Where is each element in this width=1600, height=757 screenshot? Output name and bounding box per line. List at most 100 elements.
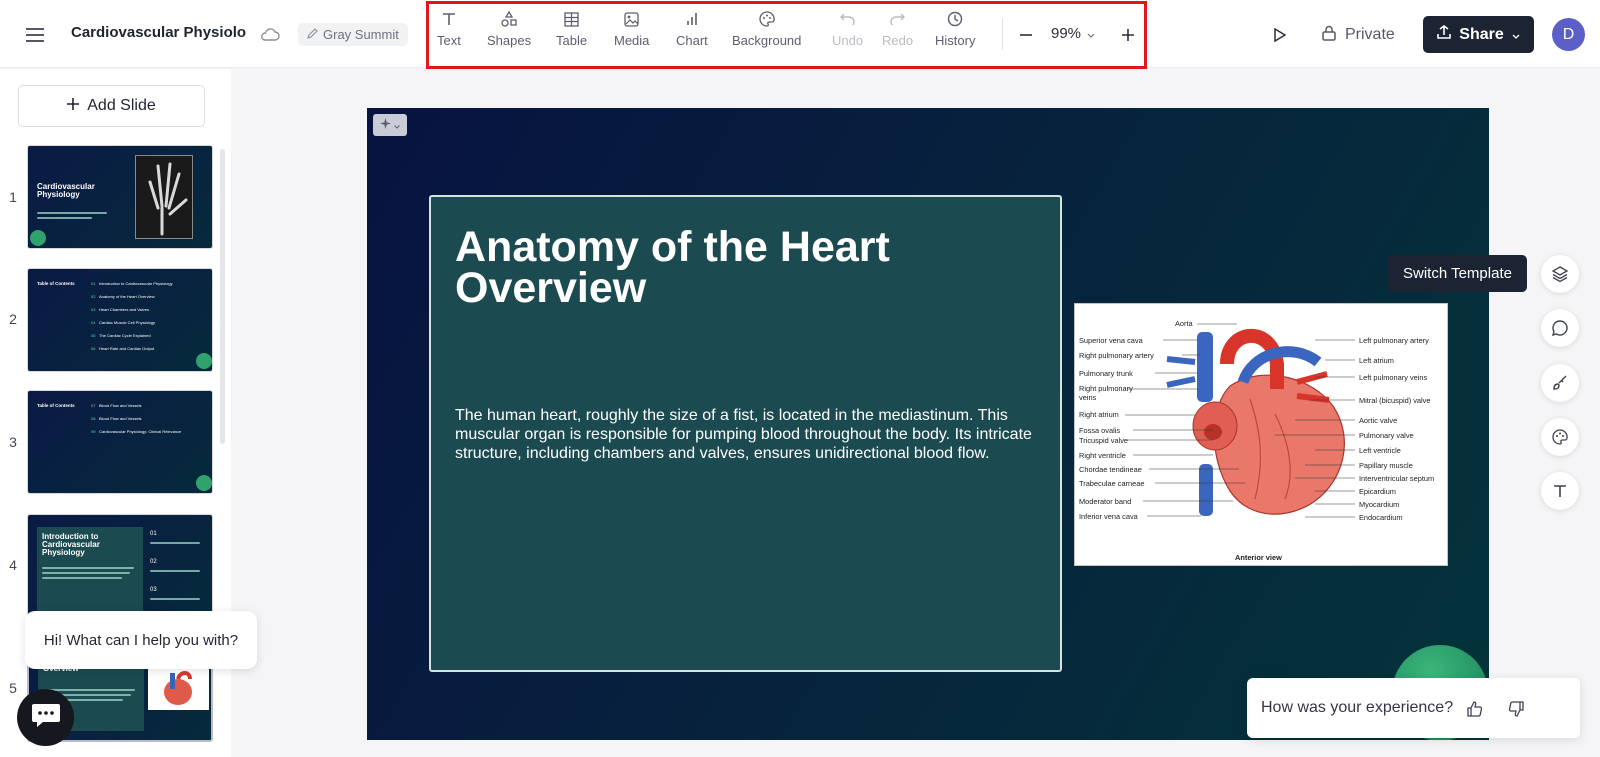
privacy-button[interactable]: Private (1322, 23, 1395, 47)
sparkle-icon (380, 116, 391, 134)
play-icon[interactable] (1267, 22, 1293, 48)
comment-icon[interactable] (1541, 309, 1579, 347)
diagram-label: Pulmonary valve (1359, 431, 1414, 440)
thumb-title: Cardiovascular Physiology (37, 182, 95, 199)
chart-tool-button[interactable]: Chart (676, 10, 708, 56)
history-button[interactable]: History (935, 10, 975, 56)
diagram-label: Tricuspid valve (1079, 436, 1128, 445)
slide-body-text[interactable]: The human heart, roughly the size of a f… (455, 406, 1040, 463)
undo-icon (838, 10, 858, 28)
thumb-toc-item: Heart Rate and Cardiac Output (99, 346, 155, 351)
diagram-label: Left pulmonary artery (1359, 336, 1429, 345)
thumb-toc-number: 03 (91, 307, 96, 312)
share-label: Share (1459, 25, 1504, 43)
xray-hand-image (135, 155, 193, 239)
thumb-text-line (42, 567, 134, 569)
sidebar-scrollbar[interactable] (220, 149, 225, 444)
layers-icon[interactable] (1541, 255, 1579, 293)
chart-tool-label: Chart (676, 33, 708, 48)
diagram-label: Right pulmonary (1079, 384, 1133, 393)
add-slide-button[interactable]: Add Slide (18, 85, 205, 127)
thumb-decoration (196, 353, 212, 369)
slide-content-card[interactable]: Anatomy of the Heart Overview The human … (429, 195, 1062, 672)
pencil-icon (307, 27, 318, 42)
undo-button[interactable]: Undo (832, 10, 863, 56)
thumb-toc-number: 09 (91, 429, 96, 434)
slide-canvas[interactable]: Anatomy of the Heart Overview The human … (367, 108, 1489, 740)
upload-icon (1437, 25, 1452, 44)
text-icon[interactable] (1541, 472, 1579, 510)
table-tool-button[interactable]: Table (556, 10, 587, 56)
workspace-badge[interactable]: Gray Summit (298, 23, 408, 46)
thumb-toc-item: Cardiovascular Physiology: Clinical Rele… (99, 429, 182, 434)
thumb-heart-diagram (148, 667, 209, 710)
switch-template-tooltip: Switch Template (1388, 255, 1527, 292)
shapes-icon (499, 10, 519, 28)
cloud-icon (258, 22, 282, 46)
thumb-toc-item: Blood Flow and Vessels (99, 403, 142, 408)
slide-thumbnail-1[interactable]: Cardiovascular Physiology (27, 145, 213, 249)
thumb-toc-item: Anatomy of the Heart Overview (99, 294, 155, 299)
shapes-tool-label: Shapes (487, 33, 532, 48)
thumb-text-line (150, 598, 200, 600)
slide-thumbnail-4[interactable]: Introduction to Cardiovascular Physiolog… (27, 514, 213, 618)
diagram-label: Superior vena cava (1079, 336, 1144, 345)
text-tool-button[interactable]: Text (437, 10, 461, 56)
slide-number: 3 (9, 434, 17, 450)
zoom-out-icon[interactable] (1013, 22, 1039, 48)
diagram-label: Epicardium (1359, 487, 1396, 496)
diagram-label: Right atrium (1079, 410, 1119, 419)
diagram-label: Right pulmonary artery (1079, 351, 1154, 360)
diagram-label: Myocardium (1359, 500, 1399, 509)
hamburger-menu-icon[interactable] (22, 22, 48, 48)
redo-button[interactable]: Redo (882, 10, 913, 56)
thumb-toc-number: 02 (91, 294, 96, 299)
slide-thumbnail-3[interactable]: Table of Contents 07 Blood Flow and Vess… (27, 390, 213, 494)
share-button[interactable]: Share (1423, 16, 1534, 53)
diagram-label: Right ventricle (1079, 451, 1126, 460)
shapes-tool-button[interactable]: Shapes (487, 10, 531, 56)
document-title[interactable]: Cardiovascular Physiolo (71, 24, 246, 41)
bar-chart-icon (682, 10, 702, 28)
chat-greeting-text: Hi! What can I help you with? (43, 631, 239, 649)
zoom-level-dropdown[interactable]: 99% (1051, 25, 1095, 42)
zoom-level-value: 99% (1051, 25, 1082, 42)
workspace-label: Gray Summit (323, 27, 399, 42)
media-tool-label: Media (614, 33, 650, 48)
thumbs-down-icon[interactable] (1505, 698, 1527, 720)
privacy-label: Private (1345, 26, 1395, 43)
slide-number: 4 (9, 557, 17, 573)
diagram-caption: Anterior view (1235, 553, 1282, 562)
slide-title[interactable]: Anatomy of the Heart Overview (455, 226, 1035, 310)
chat-launcher-button[interactable] (17, 689, 74, 746)
slide-thumbnail-2[interactable]: Table of Contents 01 Introduction to Car… (27, 268, 213, 372)
zoom-in-icon[interactable] (1115, 22, 1141, 48)
media-tool-button[interactable]: Media (614, 10, 649, 56)
diagram-label: Pulmonary trunk (1079, 369, 1133, 378)
thumb-text-line (150, 542, 200, 544)
slide-number: 1 (9, 189, 17, 205)
clock-icon (945, 10, 965, 28)
heart-anatomy-diagram[interactable]: Aorta Superior vena cava Right pulmonary… (1074, 303, 1448, 566)
diagram-label: Mitral (bicuspid) valve (1359, 396, 1430, 405)
diagram-label: Trabeculae carneae (1079, 479, 1144, 488)
thumb-toc-item: Heart Chambers and Valves (99, 307, 149, 312)
thumb-title: Introduction to Cardiovascular Physiolog… (42, 532, 100, 557)
background-tool-label: Background (732, 33, 802, 48)
thumb-point-number: 02 (150, 559, 157, 565)
background-tool-button[interactable]: Background (732, 10, 801, 56)
thumb-toc-item: Cardiac Muscle Cell Physiology (99, 320, 156, 325)
brush-icon[interactable] (1541, 364, 1579, 402)
chevron-down-icon (1087, 25, 1095, 42)
thumb-text-line (37, 212, 107, 214)
redo-label: Redo (882, 33, 914, 48)
thumbs-up-icon[interactable] (1464, 698, 1486, 720)
thumb-toc-number: 01 (91, 281, 96, 286)
chat-greeting-bubble[interactable]: Hi! What can I help you with? (25, 611, 257, 669)
thumb-toc-heading: Table of Contents (37, 403, 75, 408)
diagram-label: Endocardium (1359, 513, 1403, 522)
palette-icon[interactable] (1541, 418, 1579, 456)
ai-magic-dropdown[interactable] (373, 114, 407, 136)
diagram-label: Fossa ovalis (1079, 426, 1120, 435)
avatar[interactable]: D (1552, 18, 1585, 51)
